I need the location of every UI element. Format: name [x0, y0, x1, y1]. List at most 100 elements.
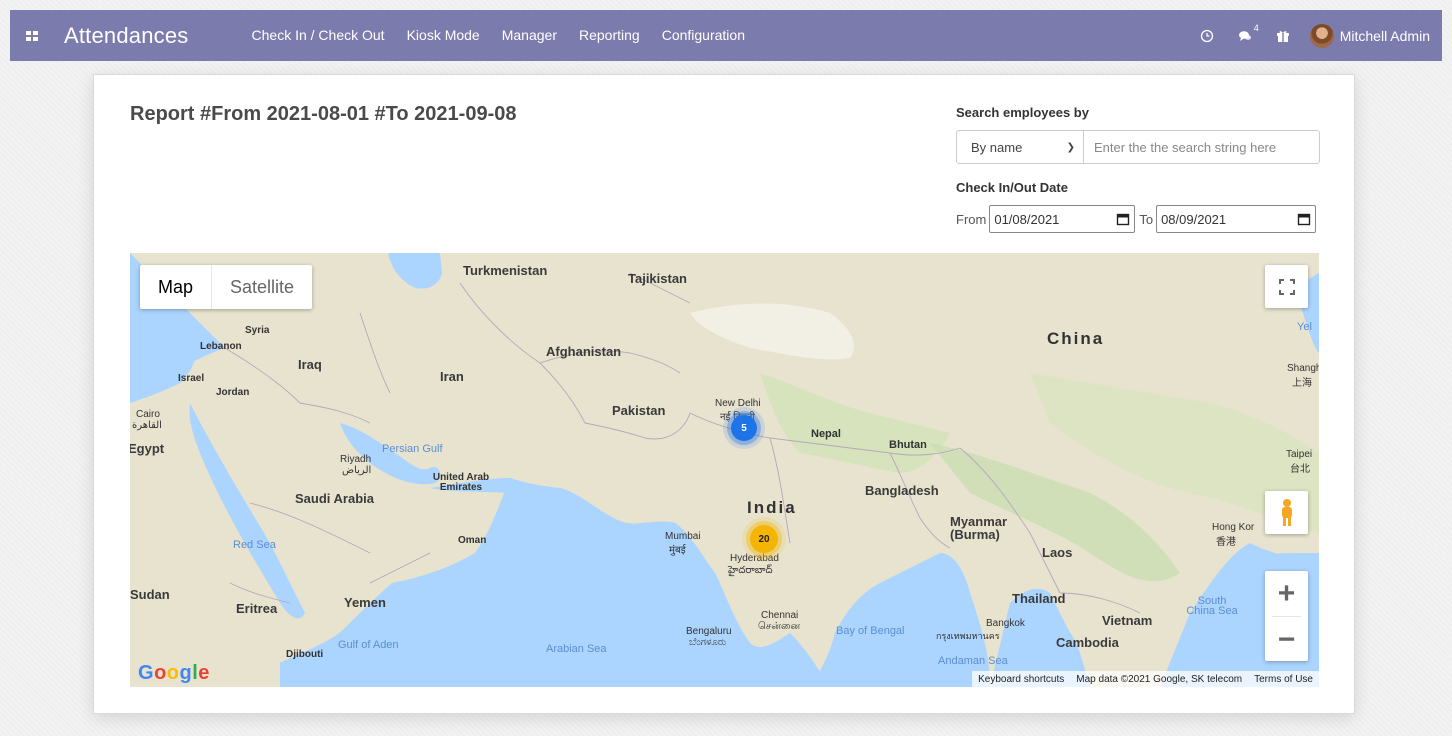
employee-search-input[interactable]	[1084, 130, 1320, 164]
map-data-attribution: Map data ©2021 Google, SK telecom	[1076, 673, 1243, 685]
label-afghanistan: Afghanistan	[546, 344, 622, 359]
pegman-icon	[1281, 498, 1292, 526]
label-shanghai: Shangha	[1287, 363, 1319, 374]
label-chennai: Chennai	[761, 610, 799, 621]
search-by-value: By name	[971, 139, 1023, 155]
fullscreen-icon	[1278, 278, 1295, 295]
attendance-map[interactable]: Turkmenistan Tajikistan Syria Lebanon Ir…	[130, 253, 1319, 687]
label-bay-of-bengal: Bay of Bengal	[836, 625, 905, 637]
user-name: Mitchell Admin	[1339, 27, 1430, 44]
label-hyderabad-native: హైదరాబాద్	[728, 565, 773, 576]
calendar-icon[interactable]	[1116, 212, 1130, 226]
search-by-select[interactable]: By name ❯	[956, 130, 1084, 164]
date-from-input[interactable]: 01/08/2021	[989, 205, 1136, 233]
label-south-china-sea: South China Sea	[1186, 595, 1238, 617]
filters-panel: Search employees by By name ❯ Check In/O…	[956, 105, 1320, 233]
label-cairo-native: القاهرة	[132, 420, 162, 431]
messages-badge: 4	[1253, 23, 1259, 33]
label-andaman-sea: Andaman Sea	[938, 655, 1008, 667]
label-eritrea: Eritrea	[236, 601, 278, 616]
zoom-out-button[interactable]: −	[1265, 617, 1308, 662]
map-type-control: Map Satellite	[140, 265, 313, 309]
label-hong-kong-native: 香港	[1216, 537, 1236, 548]
map-attribution-bar: Keyboard shortcuts Map data ©2021 Google…	[972, 671, 1319, 687]
label-thailand: Thailand	[1012, 591, 1066, 606]
label-taipei: Taipei	[1286, 449, 1313, 460]
label-egypt: Egypt	[130, 441, 165, 456]
fullscreen-button[interactable]	[1265, 265, 1308, 308]
label-myanmar: Myanmar (Burma)	[950, 514, 1008, 542]
label-uae: United Arab Emirates	[432, 472, 490, 493]
messages-chat-icon[interactable]: 4	[1226, 10, 1264, 61]
keyboard-shortcuts-link[interactable]: Keyboard shortcuts	[972, 674, 1070, 685]
label-vietnam: Vietnam	[1102, 613, 1153, 628]
label-persian-gulf: Persian Gulf	[382, 443, 443, 455]
label-gulf-of-aden: Gulf of Aden	[338, 639, 399, 651]
date-to-input[interactable]: 08/09/2021	[1156, 205, 1317, 233]
search-by-label: Search employees by	[956, 105, 1089, 120]
label-yel: Yel	[1297, 321, 1312, 333]
label-shanghai-native: 上海	[1292, 378, 1312, 389]
menu-manager[interactable]: Manager	[491, 10, 568, 61]
to-label: To	[1139, 211, 1154, 227]
label-cambodia: Cambodia	[1056, 635, 1119, 650]
date-to-value: 08/09/2021	[1161, 211, 1227, 227]
activity-clock-icon[interactable]	[1188, 10, 1226, 61]
label-mumbai: Mumbai	[665, 531, 701, 542]
search-row: By name ❯	[956, 130, 1320, 164]
terms-of-use-link[interactable]: Terms of Use	[1248, 674, 1319, 685]
label-new-delhi: New Delhi	[715, 398, 761, 409]
apps-menu-icon[interactable]	[10, 10, 54, 61]
label-riyadh: Riyadh	[340, 454, 372, 465]
label-nepal: Nepal	[811, 428, 841, 440]
google-logo[interactable]: Google	[138, 662, 210, 685]
label-lebanon: Lebanon	[200, 341, 242, 352]
date-range-label: Check In/Out Date	[956, 180, 1068, 195]
app-title[interactable]: Attendances	[64, 23, 189, 49]
menu-check-in-out[interactable]: Check In / Check Out	[241, 10, 396, 61]
map-type-satellite-button[interactable]: Satellite	[212, 265, 312, 309]
label-bengaluru: Bengaluru	[686, 626, 732, 637]
label-bhutan: Bhutan	[889, 439, 927, 451]
label-laos: Laos	[1042, 545, 1073, 560]
gift-icon[interactable]	[1264, 10, 1302, 61]
map-type-map-button[interactable]: Map	[140, 265, 213, 309]
label-bangkok-native: กรุงเทพมหานคร	[936, 631, 1000, 641]
top-navbar: Attendances Check In / Check Out Kiosk M…	[10, 10, 1442, 61]
zoom-in-button[interactable]: +	[1265, 571, 1308, 616]
menu-kiosk-mode[interactable]: Kiosk Mode	[396, 10, 491, 61]
menu-reporting[interactable]: Reporting	[568, 10, 651, 61]
main-menu: Check In / Check Out Kiosk Mode Manager …	[241, 10, 756, 61]
label-red-sea: Red Sea	[233, 539, 276, 551]
chevron-down-icon: ❯	[1066, 141, 1075, 153]
label-bangkok: Bangkok	[986, 618, 1025, 629]
label-bangladesh: Bangladesh	[865, 483, 939, 498]
menu-configuration[interactable]: Configuration	[651, 10, 756, 61]
label-syria: Syria	[245, 325, 270, 336]
report-sheet: Report #From 2021-08-01 #To 2021-09-08 S…	[93, 74, 1355, 714]
user-menu[interactable]: Mitchell Admin	[1302, 23, 1442, 48]
label-turkmenistan: Turkmenistan	[463, 263, 548, 278]
label-mumbai-native: मुंबई	[669, 545, 686, 556]
label-china: China	[1047, 329, 1105, 348]
calendar-icon[interactable]	[1297, 212, 1311, 226]
label-yemen: Yemen	[344, 595, 386, 610]
label-cairo: Cairo	[136, 409, 160, 420]
date-from-value: 01/08/2021	[994, 211, 1060, 227]
label-djibouti: Djibouti	[286, 649, 324, 660]
from-label: From	[956, 211, 987, 227]
cluster-marker-hyderabad[interactable]: 20	[750, 525, 778, 553]
label-tajikistan: Tajikistan	[628, 271, 688, 286]
label-pakistan: Pakistan	[612, 403, 666, 418]
cluster-marker-delhi[interactable]: 5	[731, 415, 757, 441]
label-taipei-native: 台北	[1290, 464, 1310, 475]
label-bengaluru-native: ಬೆಂಗಳೂರು	[689, 637, 727, 648]
label-arabian-sea: Arabian Sea	[546, 643, 607, 655]
street-view-pegman-button[interactable]	[1265, 491, 1308, 534]
label-iran: Iran	[440, 369, 464, 384]
label-hyderabad: Hyderabad	[730, 553, 779, 564]
label-iraq: Iraq	[298, 357, 322, 372]
label-sudan: Sudan	[130, 587, 170, 602]
label-riyadh-native: الرياض	[342, 465, 372, 476]
label-saudi-arabia: Saudi Arabia	[295, 491, 374, 506]
